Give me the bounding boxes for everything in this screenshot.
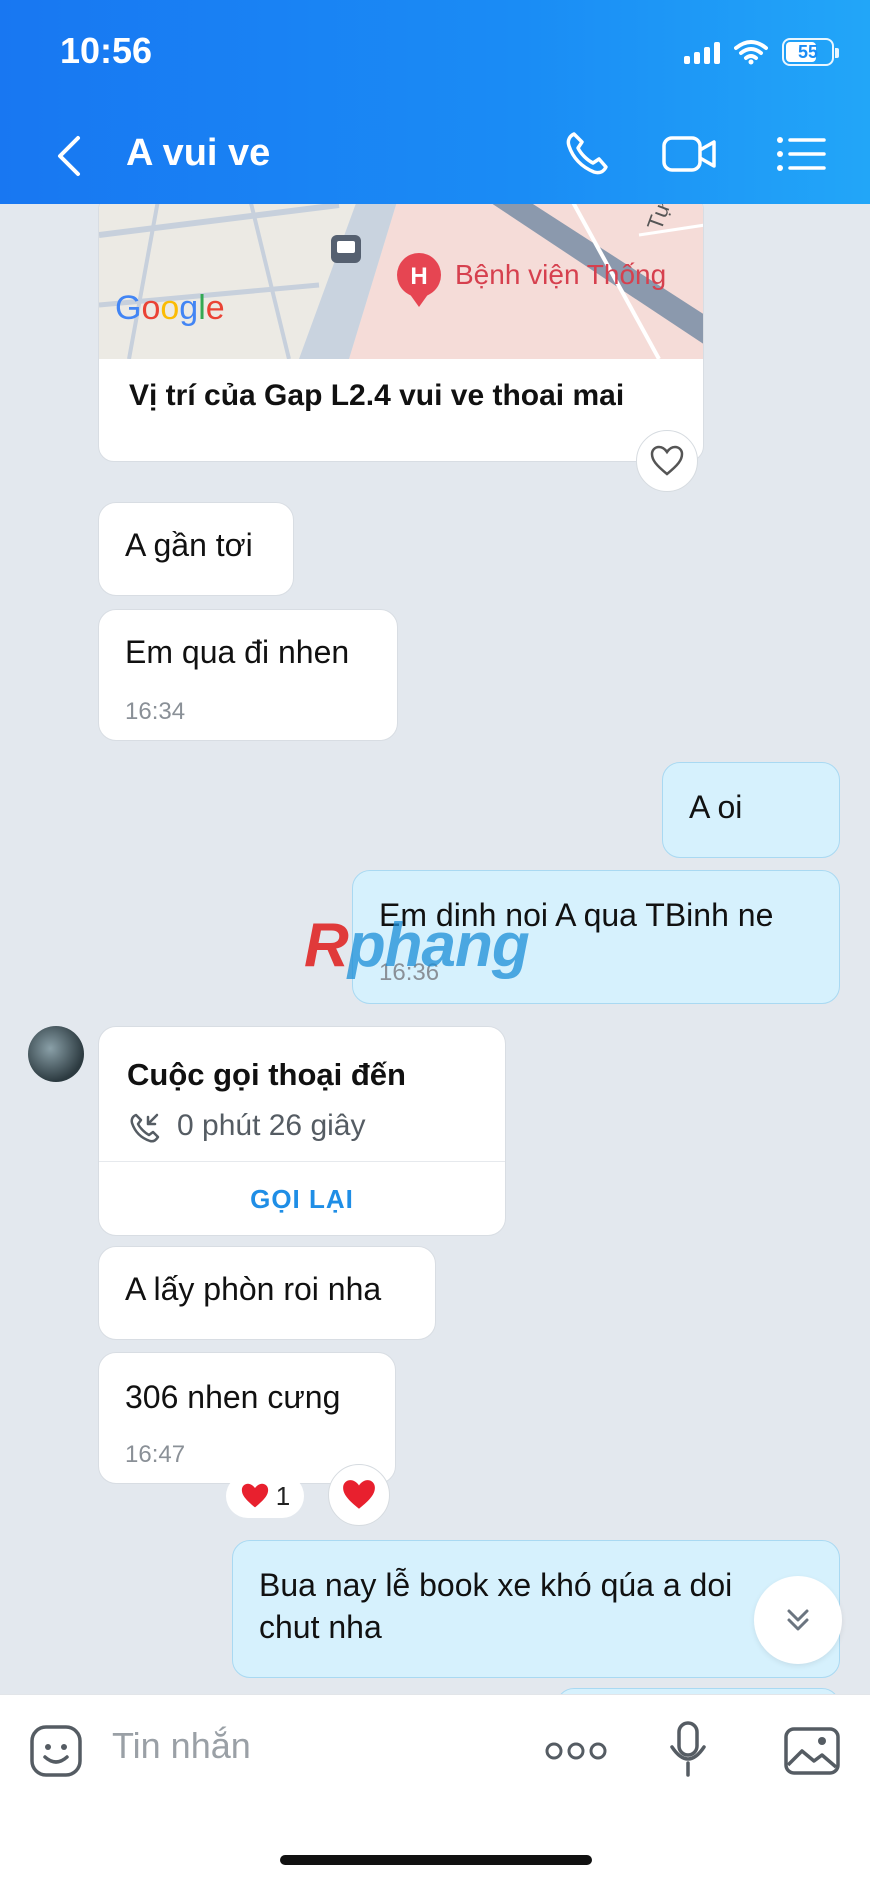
chat-title[interactable]: A vui ve [126,132,270,175]
message-text: Em qua đi nhen [125,634,350,670]
call-card: Cuộc gọi thoại đến 0 phút 26 giây GỌI LẠ… [98,1026,506,1236]
battery-icon: 55 [782,38,839,66]
status-icons: 55 [684,38,839,66]
heart-icon [241,1483,268,1508]
reaction-count: 1 [275,1480,291,1511]
status-time: 10:56 [60,30,153,71]
map-google-label: Google [115,289,225,327]
call-duration: 0 phút 26 giây [177,1109,366,1142]
message-bubble-incoming[interactable]: A lấy phòn roi nha [98,1246,436,1340]
message-bubble-outgoing[interactable]: Bua nay lễ book xe khó qúa a doi chut nh… [232,1540,840,1678]
image-icon[interactable] [782,1723,842,1779]
phone-icon[interactable] [560,128,616,180]
message-bubble-incoming[interactable]: A gần tơi [98,502,294,596]
location-card[interactable]: H Google Bệnh viện Thống Tự Vị trí của G… [98,204,704,462]
sticker-icon[interactable] [28,1723,84,1779]
react-heart-button[interactable] [636,430,698,492]
message-time: 16:34 [125,698,186,725]
message-text-line: Bua nay lễ book xe khó qúa a doi [259,1567,733,1603]
chevron-down-icon [787,1609,809,1631]
menu-icon[interactable] [774,128,830,180]
message-list[interactable]: H Google Bệnh viện Thống Tự Vị trí của G… [0,204,870,1694]
message-bubble-outgoing[interactable]: Em dinh noi A qua TBinh ne 16:36 [352,870,840,1004]
message-bubble-incoming[interactable]: Em qua đi nhen 16:34 [98,609,398,741]
battery-level: 55 [797,41,819,62]
avatar[interactable] [28,1026,84,1082]
more-icon[interactable] [544,1739,608,1763]
message-text: Em dinh noi A qua TBinh ne [379,897,774,933]
svg-text:H: H [410,263,427,290]
call-card-title: Cuộc gọi thoại đến [127,1057,406,1092]
react-heart-button[interactable] [328,1464,390,1526]
map-place-label: Bệnh viện Thống [455,259,667,290]
heart-icon [650,445,684,476]
location-card-title: Vị trí của Gap L2.4 vui ve thoai mai [129,379,625,412]
scroll-to-bottom-button[interactable] [754,1576,842,1664]
reaction-summary[interactable]: 1 [226,1474,304,1518]
call-incoming-icon [130,1113,160,1143]
home-indicator [280,1855,592,1865]
signal-icon [684,40,720,64]
message-time: 16:36 [379,959,440,986]
message-time: 16:47 [125,1441,186,1468]
message-composer: Tin nhắn [0,1694,870,1884]
message-bubble-outgoing[interactable]: A oi [662,762,840,858]
message-text: A oi [689,789,743,825]
message-text-line: chut nha [259,1609,382,1645]
message-text: 306 nhen cưng [125,1379,341,1415]
video-icon[interactable] [662,128,718,180]
chat-header: 10:56 55 A vui ve [0,0,870,204]
map-preview[interactable]: H Google Bệnh viện Thống Tự [99,204,703,359]
message-text: A gần tơi [125,527,253,563]
wifi-icon [734,40,768,65]
message-text: A lấy phòn roi nha [125,1271,382,1307]
mic-icon[interactable] [668,1719,708,1779]
message-input[interactable]: Tin nhắn [112,1725,251,1767]
call-back-button[interactable]: GỌI LẠI [99,1161,505,1235]
back-icon[interactable] [50,132,90,180]
heart-icon [343,1480,375,1509]
